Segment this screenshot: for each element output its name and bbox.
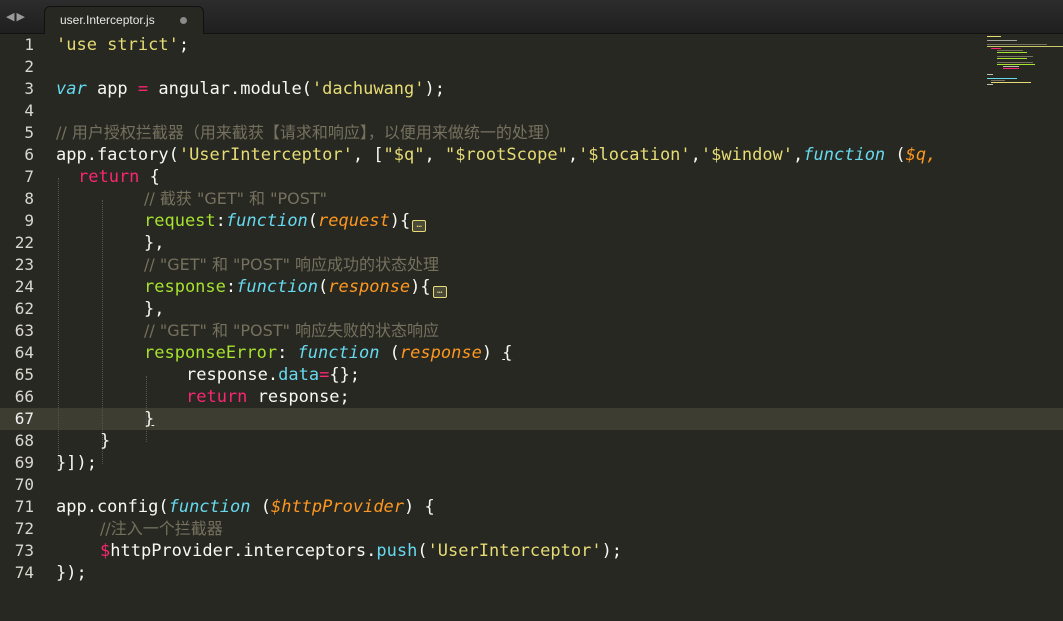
code-line-62: }, — [144, 299, 165, 319]
line-number: 1 — [24, 35, 34, 54]
line-number: 24 — [14, 277, 34, 296]
code-line-72: //注入一个拦截器 — [100, 519, 223, 538]
indent-guide — [58, 178, 59, 464]
line-number: 22 — [14, 233, 34, 252]
minimap-line — [987, 36, 1001, 37]
line-number: 8 — [24, 189, 34, 208]
line-number: 70 — [14, 475, 34, 494]
line-number: 23 — [14, 255, 34, 274]
code-line-69: }]); — [56, 453, 97, 473]
line-number: 6 — [24, 145, 34, 164]
minimap-line — [987, 44, 1047, 45]
code-line-24: response:function(response){… — [144, 276, 447, 298]
line-number: 68 — [14, 431, 34, 450]
code-line-5: // 用户授权拦截器（用来截获【请求和响应】，以便用来做统一的处理） — [56, 123, 560, 142]
minimap-line — [1003, 68, 1019, 69]
code-line-66: return response; — [186, 387, 350, 407]
tab-nav-arrows: ◀▶ — [6, 10, 27, 23]
line-number: 62 — [14, 299, 34, 318]
line-number: 5 — [24, 123, 34, 142]
minimap-line — [987, 40, 1017, 41]
line-number: 73 — [14, 541, 34, 560]
code-line-8: // 截获 "GET" 和 "POST" — [144, 189, 328, 208]
fold-marker-icon[interactable]: … — [412, 220, 427, 232]
line-number: 69 — [14, 453, 34, 472]
code-line-63: // "GET" 和 "POST" 响应失败的状态响应 — [144, 321, 440, 340]
minimap-line — [991, 80, 1005, 81]
line-number: 67 — [14, 409, 34, 428]
minimap[interactable] — [985, 34, 1063, 94]
line-number: 66 — [14, 387, 34, 406]
line-number: 64 — [14, 343, 34, 362]
minimap-line — [1003, 66, 1019, 67]
code-line-6: app.factory('UserInterceptor', ["$q", "$… — [56, 145, 937, 165]
minimap-line — [997, 62, 1033, 63]
code-line-7: return { — [78, 167, 160, 187]
minimap-line — [987, 46, 1063, 47]
minimap-line — [997, 50, 1023, 51]
line-number: 3 — [24, 79, 34, 98]
unsaved-dot-icon[interactable] — [180, 17, 187, 24]
code-line-23: // "GET" 和 "POST" 响应成功的状态处理 — [144, 255, 440, 274]
nav-back-icon[interactable]: ◀ — [6, 10, 16, 23]
code-line-3: var app = angular.module('dachuwang'); — [56, 79, 445, 99]
line-number: 4 — [24, 101, 34, 120]
minimap-line — [997, 58, 1027, 59]
code-line-22: }, — [144, 233, 165, 253]
line-number: 7 — [24, 167, 34, 186]
code-line-73: $httpProvider.interceptors.push('UserInt… — [100, 541, 623, 561]
fold-marker-icon[interactable]: … — [432, 286, 447, 298]
tab-bar: ◀▶ user.Interceptor.js — [0, 0, 1063, 34]
minimap-line — [987, 84, 993, 85]
code-line-68: } — [100, 431, 111, 451]
tab-label: user.Interceptor.js — [60, 13, 155, 27]
line-number: 9 — [24, 211, 34, 230]
code-line-9: request:function(request){… — [144, 210, 427, 232]
line-number-gutter: 1 2 3 4 5 6 7 8 9 22 23 24 62 63 64 65 66 67 68 69 70 71 72 73 7… — [0, 34, 48, 621]
tab-user-interceptor[interactable]: user.Interceptor.js — [44, 6, 204, 34]
code-line-65: response.data={}; — [186, 365, 361, 385]
minimap-line — [997, 52, 1027, 53]
minimap-line — [991, 82, 1031, 83]
code-line-71: app.config(function ($httpProvider) { — [56, 497, 435, 517]
code-line-74: }); — [56, 563, 87, 583]
nav-forward-icon[interactable]: ▶ — [16, 10, 26, 23]
line-number: 2 — [24, 57, 34, 76]
minimap-line — [997, 56, 1033, 57]
minimap-line — [987, 74, 993, 75]
code-editor[interactable]: 'use strict'; var app = angular.module('… — [56, 34, 986, 621]
line-number: 72 — [14, 519, 34, 538]
code-line-64: responseError: function (response) { — [144, 343, 513, 363]
minimap-line — [997, 64, 1035, 65]
line-number: 71 — [14, 497, 34, 516]
line-number: 65 — [14, 365, 34, 384]
minimap-line — [987, 78, 1017, 79]
code-line-67: } — [144, 409, 155, 429]
minimap-line — [991, 48, 1001, 49]
indent-guide — [102, 200, 103, 464]
line-number: 74 — [14, 563, 34, 582]
code-line-1: 'use strict'; — [56, 35, 190, 55]
line-number: 63 — [14, 321, 34, 340]
